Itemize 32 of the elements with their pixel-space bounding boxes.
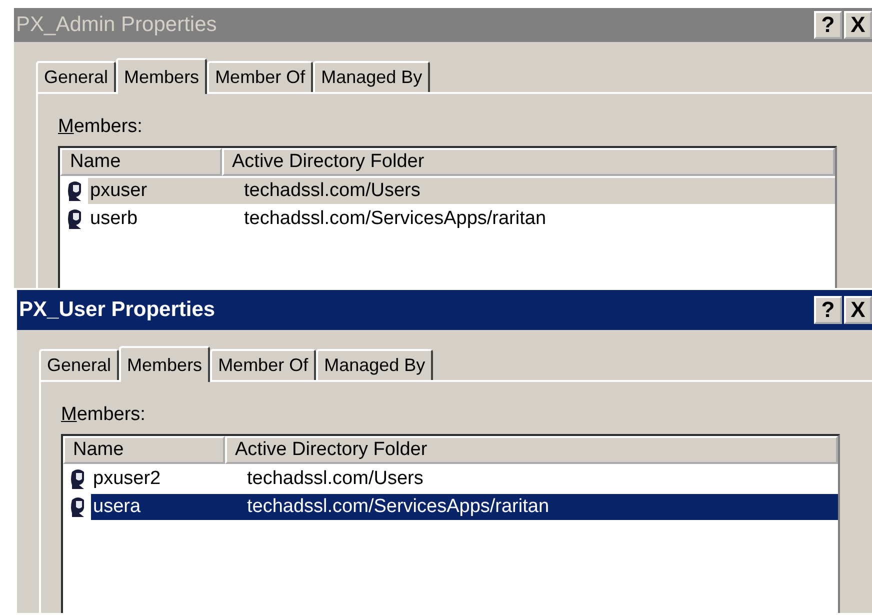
column-header[interactable]: Name: [63, 436, 225, 464]
close-button[interactable]: X: [844, 296, 872, 324]
help-button[interactable]: ?: [814, 296, 842, 324]
tab[interactable]: Managed By: [313, 61, 430, 92]
members-label: Members:: [61, 404, 146, 426]
tab[interactable]: General: [36, 61, 116, 92]
tab[interactable]: Member Of: [210, 349, 316, 380]
user-icon: [69, 468, 87, 490]
column-header[interactable]: Active Directory Folder: [222, 148, 835, 176]
member-name[interactable]: userb: [88, 206, 234, 232]
member-name[interactable]: pxuser2: [91, 466, 237, 492]
members-label: Members:: [58, 116, 144, 138]
folder-path[interactable]: techadssl.com/ServicesApps/raritan: [237, 494, 838, 520]
folder-path[interactable]: techadssl.com/ServicesApps/raritan: [234, 206, 835, 232]
window-title: PX_Admin Properties: [16, 13, 217, 37]
column-header[interactable]: Name: [60, 148, 222, 176]
tab[interactable]: Member Of: [207, 61, 314, 92]
member-name[interactable]: usera: [91, 494, 237, 520]
tab[interactable]: Managed By: [316, 349, 434, 380]
help-button[interactable]: ?: [814, 11, 842, 39]
user-icon: [66, 208, 84, 230]
window-title: PX_User Properties: [19, 298, 216, 322]
user-icon: [66, 180, 84, 202]
tab[interactable]: Members: [119, 346, 210, 382]
tab[interactable]: General: [39, 349, 120, 380]
column-header[interactable]: Active Directory Folder: [225, 436, 838, 464]
member-name[interactable]: pxuser: [88, 178, 234, 204]
user-icon: [69, 496, 87, 518]
tab[interactable]: Members: [116, 58, 208, 94]
close-button[interactable]: X: [844, 11, 872, 39]
folder-path[interactable]: techadssl.com/Users: [237, 466, 838, 492]
folder-path[interactable]: techadssl.com/Users: [234, 178, 835, 204]
